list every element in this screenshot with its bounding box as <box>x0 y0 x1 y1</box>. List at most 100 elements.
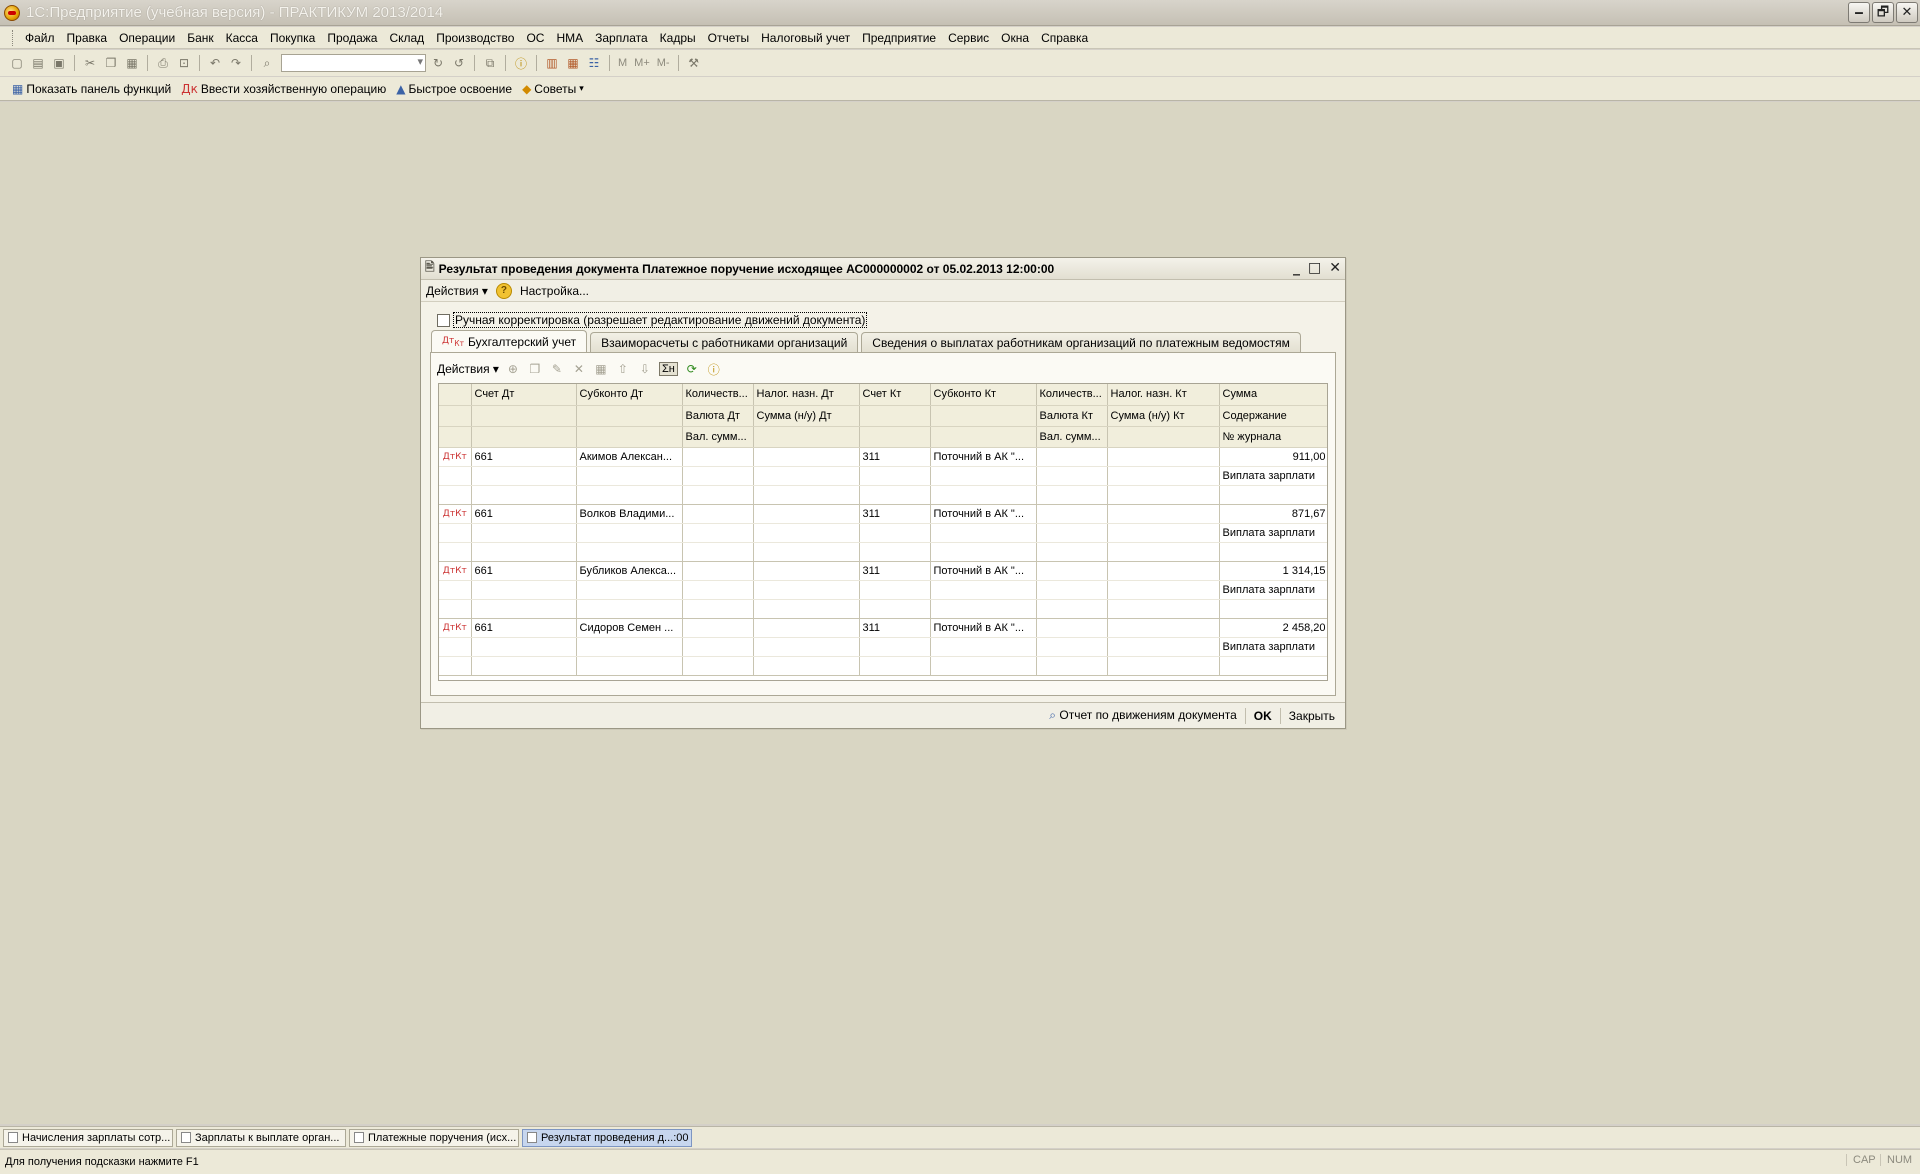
find-next-icon[interactable]: ↻ <box>429 54 447 72</box>
menu-production[interactable]: Производство <box>430 31 520 45</box>
users-icon[interactable]: ☷ <box>585 54 603 72</box>
cell-account-dt[interactable]: 661 <box>471 447 577 467</box>
col-sum-tax-dt[interactable]: Сумма (н/у) Дт <box>753 405 860 427</box>
col-account-kt[interactable]: Счет Кт <box>859 384 931 406</box>
cell-subconto-dt[interactable]: Акимов Алексан... <box>576 447 683 467</box>
cell-quantity-kt[interactable] <box>1036 561 1108 581</box>
menu-help[interactable]: Справка <box>1035 31 1094 45</box>
table-row[interactable]: ДтКт 661 Акимов Алексан... 311 Поточний … <box>439 447 1327 467</box>
calculator-icon[interactable]: ▥ <box>543 54 561 72</box>
manual-correction-checkbox[interactable] <box>437 313 450 327</box>
menu-salary[interactable]: Зарплата <box>589 31 654 45</box>
windows-icon[interactable]: ⧉ <box>481 54 499 72</box>
menu-tax[interactable]: Налоговый учет <box>755 31 856 45</box>
show-panel-button[interactable]: ▦ Показать панель функций <box>12 82 171 96</box>
dialog-maximize-button[interactable]: □ <box>1308 260 1321 276</box>
tab-employee-settlements[interactable]: Взаиморасчеты с работниками организаций <box>590 332 859 352</box>
cell-journal[interactable] <box>1219 656 1327 676</box>
col-currency-kt[interactable]: Валюта Кт <box>1036 405 1108 427</box>
cell-subconto-kt[interactable]: Поточний в АК "... <box>930 618 1037 638</box>
quick-start-button[interactable]: ▲ Быстрое освоение <box>396 82 512 96</box>
cell-content[interactable]: Виплата зарплати <box>1219 637 1327 657</box>
menu-enterprise[interactable]: Предприятие <box>856 31 942 45</box>
col-tax-purpose-dt[interactable]: Налог. назн. Дт <box>753 384 860 406</box>
restore-button[interactable]: 🗗 <box>1872 2 1894 23</box>
memory-minus-button[interactable]: M- <box>655 57 672 69</box>
dialog-settings-menu[interactable]: Настройка... <box>520 284 589 298</box>
cell-journal[interactable] <box>1219 599 1327 619</box>
print-preview-icon[interactable]: ⊡ <box>175 54 193 72</box>
col-tax-purpose-kt[interactable]: Налог. назн. Кт <box>1107 384 1220 406</box>
task-payment-orders[interactable]: Платежные поручения (исх... <box>349 1128 519 1147</box>
cell-account-kt[interactable]: 311 <box>859 618 931 638</box>
col-sum[interactable]: Сумма <box>1219 384 1327 406</box>
cell-subconto-kt[interactable]: Поточний в АК "... <box>930 447 1037 467</box>
table-row-sub[interactable] <box>439 542 1327 562</box>
tools-icon[interactable]: ⚒ <box>685 54 703 72</box>
cell-subconto-kt[interactable]: Поточний в АК "... <box>930 561 1037 581</box>
cell-quantity-dt[interactable] <box>682 504 754 524</box>
help-icon[interactable]: ? <box>495 282 512 299</box>
cell-tax-dt[interactable] <box>753 504 860 524</box>
tab-payment-statements[interactable]: Сведения о выплатах работникам организац… <box>861 332 1301 352</box>
new-document-icon[interactable]: ▢ <box>8 54 26 72</box>
memory-button[interactable]: M <box>616 57 629 69</box>
menu-cash[interactable]: Касса <box>220 31 264 45</box>
cell-journal[interactable] <box>1219 542 1327 562</box>
dialog-actions-menu[interactable]: Действия ▾ <box>426 284 488 298</box>
cell-content[interactable]: Виплата зарплати <box>1219 466 1327 486</box>
menu-fixed-assets[interactable]: ОС <box>520 31 550 45</box>
col-sum-tax-kt[interactable]: Сумма (н/у) Кт <box>1107 405 1220 427</box>
col-account-dt[interactable]: Счет Дт <box>471 384 577 406</box>
menu-sales[interactable]: Продажа <box>321 31 383 45</box>
task-posting-result[interactable]: Результат проведения д...:00 <box>522 1128 692 1147</box>
refresh-icon[interactable]: ⟳ <box>684 362 700 376</box>
cell-quantity-kt[interactable] <box>1036 504 1108 524</box>
print-icon[interactable]: ⎙ <box>154 54 172 72</box>
cell-tax-dt[interactable] <box>753 447 860 467</box>
end-edit-icon[interactable]: ▦ <box>593 362 609 376</box>
col-quantity-dt[interactable]: Количеств... <box>682 384 754 406</box>
menu-windows[interactable]: Окна <box>995 31 1035 45</box>
grid-actions-menu[interactable]: Действия ▾ <box>437 362 499 376</box>
move-up-icon[interactable]: ⇧ <box>615 362 631 376</box>
cut-icon[interactable]: ✂ <box>81 54 99 72</box>
col-currency-sum-dt[interactable]: Вал. сумм... <box>682 426 754 448</box>
cell-tax-dt[interactable] <box>753 561 860 581</box>
menu-service[interactable]: Сервис <box>942 31 995 45</box>
menu-file[interactable]: Файл <box>19 31 61 45</box>
table-row[interactable]: ДтКт 661 Бубликов Алекса... 311 Поточний… <box>439 561 1327 581</box>
col-currency-sum-kt[interactable]: Вал. сумм... <box>1036 426 1108 448</box>
cell-quantity-dt[interactable] <box>682 618 754 638</box>
cell-sum[interactable]: 871,67 <box>1219 504 1327 524</box>
cell-sum[interactable]: 911,00 <box>1219 447 1327 467</box>
save-icon[interactable]: ▣ <box>50 54 68 72</box>
menu-edit[interactable]: Правка <box>61 31 114 45</box>
search-icon[interactable]: ⌕ <box>258 54 276 72</box>
redo-icon[interactable]: ↷ <box>227 54 245 72</box>
menu-intangibles[interactable]: НМА <box>550 31 589 45</box>
cell-account-dt[interactable]: 661 <box>471 504 577 524</box>
col-journal-no[interactable]: № журнала <box>1219 426 1327 448</box>
col-subconto-kt[interactable]: Субконто Кт <box>930 384 1037 406</box>
enter-operation-button[interactable]: Дк Ввести хозяйственную операцию <box>181 82 386 96</box>
table-row-sub[interactable] <box>439 485 1327 505</box>
cell-quantity-kt[interactable] <box>1036 447 1108 467</box>
task-salary-accruals[interactable]: Начисления зарплаты сотр... <box>3 1128 173 1147</box>
paste-icon[interactable]: ▦ <box>123 54 141 72</box>
move-down-icon[interactable]: ⇩ <box>637 362 653 376</box>
table-row-sub[interactable]: Виплата зарплати <box>439 523 1327 543</box>
info-icon[interactable]: ⓘ <box>512 54 530 72</box>
edit-row-icon[interactable]: ✎ <box>549 362 565 376</box>
cell-tax-kt[interactable] <box>1107 447 1220 467</box>
search-input[interactable] <box>281 54 426 72</box>
dialog-close-button[interactable]: ✕ <box>1329 260 1341 276</box>
menu-reports[interactable]: Отчеты <box>702 31 755 45</box>
cell-account-dt[interactable]: 661 <box>471 561 577 581</box>
cell-quantity-dt[interactable] <box>682 561 754 581</box>
dialog-minimize-button[interactable]: _ <box>1293 260 1300 276</box>
cell-account-kt[interactable]: 311 <box>859 504 931 524</box>
grid-help-icon[interactable]: ⓘ <box>706 361 722 378</box>
cell-account-kt[interactable]: 311 <box>859 447 931 467</box>
cell-account-kt[interactable]: 311 <box>859 561 931 581</box>
